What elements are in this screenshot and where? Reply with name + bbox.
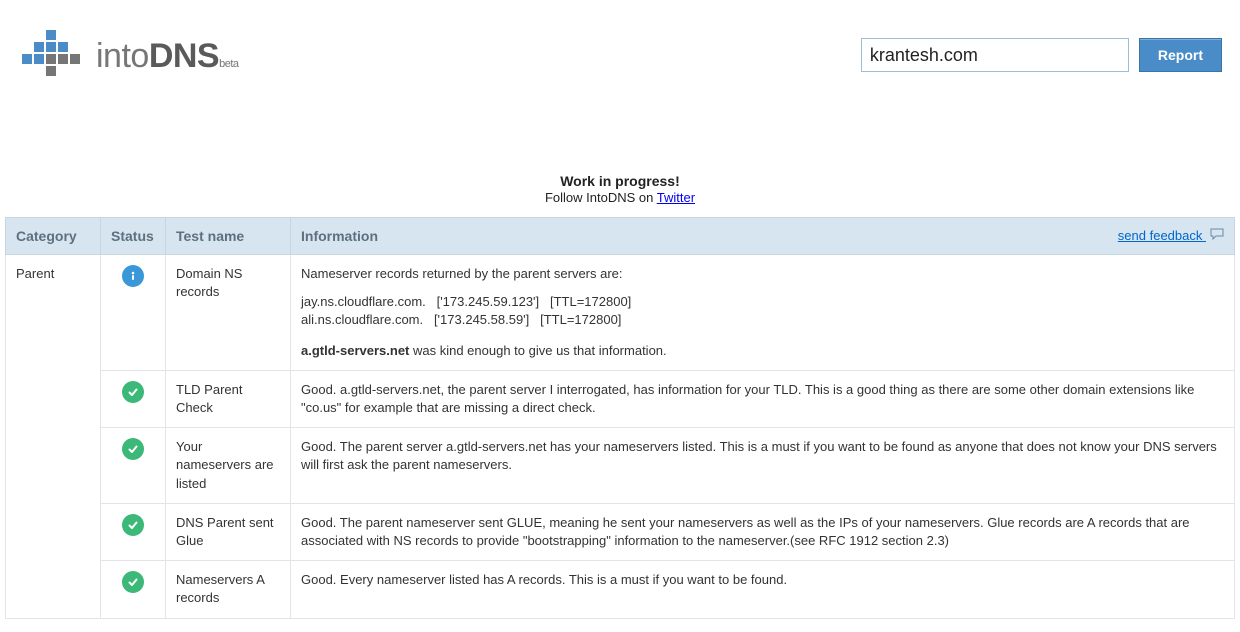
results-table: Category Status Test name Information se… — [5, 217, 1235, 618]
checkmark-icon — [122, 438, 144, 460]
info-cell: Good. The parent server a.gtld-servers.n… — [291, 428, 1235, 504]
logo[interactable]: intoDNSbeta — [18, 30, 239, 82]
feedback-label: send feedback — [1118, 228, 1203, 243]
table-row: Your nameservers are listed Good. The pa… — [6, 428, 1235, 504]
ns-source-bold: a.gtld-servers.net — [301, 343, 409, 358]
ns-intro: Nameserver records returned by the paren… — [301, 265, 1224, 283]
table-row: Parent Domain NS records Nameserver reco… — [6, 255, 1235, 371]
status-cell — [101, 428, 166, 504]
speech-bubble-icon — [1210, 228, 1224, 243]
search-area: Report — [861, 30, 1222, 72]
info-cell: Good. Every nameserver listed has A reco… — [291, 561, 1235, 618]
col-status: Status — [101, 218, 166, 255]
status-cell — [101, 255, 166, 371]
info-cell: Nameserver records returned by the paren… — [291, 255, 1235, 371]
logo-main: DNS — [149, 37, 219, 75]
checkmark-icon — [122, 571, 144, 593]
col-info-label: Information — [301, 228, 378, 244]
status-cell — [101, 561, 166, 618]
table-row: Nameservers A records Good. Every namese… — [6, 561, 1235, 618]
report-button[interactable]: Report — [1139, 38, 1222, 72]
logo-suffix: beta — [219, 58, 238, 70]
col-test: Test name — [166, 218, 291, 255]
logo-text: intoDNSbeta — [96, 37, 239, 76]
table-row: TLD Parent Check Good. a.gtld-servers.ne… — [6, 370, 1235, 427]
wip-banner: Work in progress! Follow IntoDNS on Twit… — [0, 172, 1240, 207]
test-name-cell: Domain NS records — [166, 255, 291, 371]
logo-icon — [18, 30, 86, 82]
ns-records: jay.ns.cloudflare.com. ['173.245.59.123'… — [301, 293, 1224, 329]
test-name-cell: Your nameservers are listed — [166, 428, 291, 504]
checkmark-icon — [122, 514, 144, 536]
col-category: Category — [6, 218, 101, 255]
info-cell: Good. a.gtld-servers.net, the parent ser… — [291, 370, 1235, 427]
table-header-row: Category Status Test name Information se… — [6, 218, 1235, 255]
test-name-cell: Nameservers A records — [166, 561, 291, 618]
wip-subtitle: Follow IntoDNS on Twitter — [0, 190, 1240, 207]
ns-source-rest: was kind enough to give us that informat… — [409, 343, 666, 358]
test-name-cell: TLD Parent Check — [166, 370, 291, 427]
domain-input[interactable] — [861, 38, 1129, 72]
ns-source: a.gtld-servers.net was kind enough to gi… — [301, 342, 1224, 360]
checkmark-icon — [122, 381, 144, 403]
category-cell: Parent — [6, 255, 101, 618]
table-row: DNS Parent sent Glue Good. The parent na… — [6, 503, 1235, 560]
col-info: Information send feedback — [291, 218, 1235, 255]
send-feedback-link[interactable]: send feedback — [1118, 228, 1224, 243]
twitter-link[interactable]: Twitter — [657, 190, 695, 205]
page-header: intoDNSbeta Report — [0, 0, 1240, 102]
logo-prefix: into — [96, 37, 149, 75]
status-cell — [101, 370, 166, 427]
test-name-cell: DNS Parent sent Glue — [166, 503, 291, 560]
info-icon — [122, 265, 144, 287]
status-cell — [101, 503, 166, 560]
wip-subtitle-prefix: Follow IntoDNS on — [545, 190, 657, 205]
wip-title: Work in progress! — [0, 172, 1240, 190]
info-cell: Good. The parent nameserver sent GLUE, m… — [291, 503, 1235, 560]
